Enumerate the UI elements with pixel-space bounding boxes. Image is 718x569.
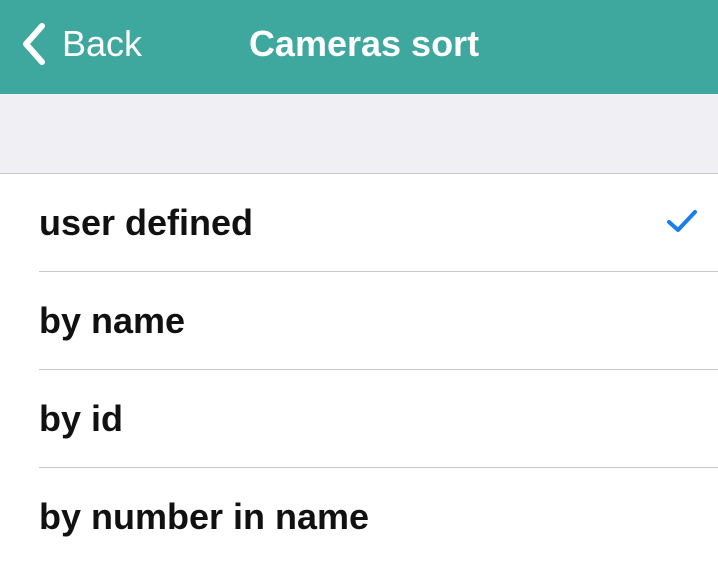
sort-option-by-name[interactable]: by name [0, 272, 718, 370]
sort-option-label: user defined [39, 202, 254, 243]
page-title: Cameras sort [248, 23, 480, 64]
sort-option-label: by number in name [39, 496, 370, 537]
sort-option-by-number-in-name[interactable]: by number in name [0, 468, 718, 566]
sort-option-label: by name [39, 300, 186, 341]
sort-option-user-defined[interactable]: user defined [0, 174, 718, 272]
checkmark-icon [667, 210, 697, 232]
sort-option-label: by id [39, 398, 124, 439]
sort-option-by-id[interactable]: by id [0, 370, 718, 468]
navigation-bar: Back Cameras sort [0, 0, 718, 94]
cameras-sort-screen: Back Cameras sort user defined by name b… [0, 0, 718, 569]
section-header [0, 94, 718, 174]
sort-options-list: user defined by name by id by number in … [0, 174, 718, 566]
